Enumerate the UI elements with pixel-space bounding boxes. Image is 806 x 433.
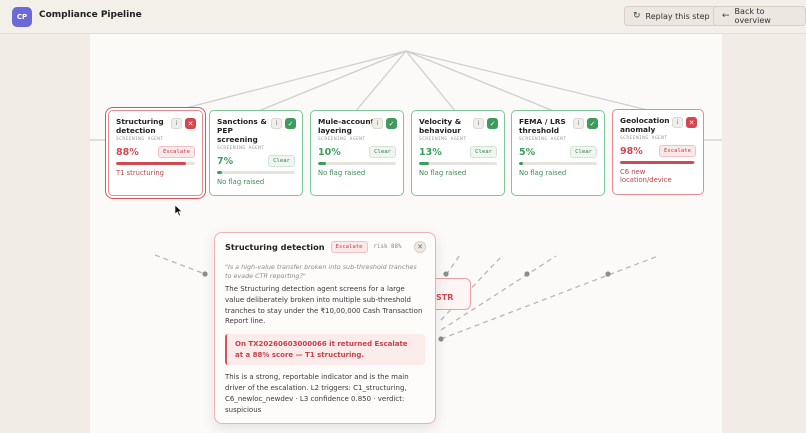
- agent-card-fema-lrs[interactable]: i ✓ FEMA / LRS threshold SCREENING AGENT 5% C…: [511, 110, 605, 196]
- score-bar: [318, 162, 396, 165]
- score-bar: [620, 161, 696, 164]
- info-icon[interactable]: i: [372, 118, 383, 129]
- agent-card-sanctions-pep[interactable]: i ✓ Sanctions & PEP screening SCREENING AGE…: [209, 110, 303, 196]
- popover-description: The Structuring detection agent screens …: [225, 285, 423, 326]
- agent-score: 88%: [116, 146, 139, 158]
- agent-name: Geolocation anomaly: [620, 116, 670, 134]
- popover-verdict-badge: Escalate: [330, 241, 368, 253]
- agent-detail-popover: Structuring detection Escalate risk 88% …: [214, 232, 436, 424]
- mouse-cursor-icon: [175, 205, 183, 217]
- popover-summary: This is a strong, reportable indicator a…: [225, 373, 409, 414]
- agent-card-mule-account[interactable]: i ✓ Mule-account layering SCREENING AGENT 10…: [310, 110, 404, 196]
- agent-type: SCREENING AGENT: [419, 137, 467, 142]
- popover-title: Structuring detection: [225, 242, 325, 252]
- agent-verdict-badge: Escalate: [158, 146, 195, 158]
- close-icon: ✕: [686, 117, 697, 128]
- check-icon: ✓: [487, 118, 498, 129]
- score-bar-fill: [217, 171, 223, 174]
- close-icon[interactable]: ✕: [414, 241, 426, 253]
- popover-risk: risk 88%: [373, 244, 402, 250]
- agent-note: T1 structuring: [116, 169, 164, 177]
- score-bar: [419, 162, 497, 165]
- agent-card-structuring[interactable]: i ✕ Structuring detection SCREENING AGENT 88…: [108, 110, 203, 196]
- agent-verdict-badge: Clear: [570, 146, 597, 158]
- agent-card-geolocation[interactable]: i ✕ Geolocation anomaly SCREENING AGENT 98% E…: [612, 109, 704, 195]
- agent-score: 5%: [519, 146, 536, 158]
- agent-note: No flag raised: [318, 169, 366, 177]
- popover-header: Structuring detection Escalate risk 88%: [225, 241, 425, 253]
- agent-verdict-badge: Clear: [369, 146, 396, 158]
- card-status-icons: i ✓: [372, 118, 397, 129]
- score-bar-fill: [116, 162, 186, 165]
- info-icon[interactable]: i: [171, 118, 182, 129]
- agent-name: Sanctions & PEP screening: [217, 117, 267, 144]
- agent-score: 10%: [318, 146, 341, 158]
- info-icon[interactable]: i: [672, 117, 683, 128]
- agent-note: No flag raised: [419, 169, 467, 177]
- score-bar: [217, 171, 295, 174]
- info-icon[interactable]: i: [573, 118, 584, 129]
- agent-verdict-badge: Clear: [268, 155, 295, 167]
- agent-name: Velocity & behaviour: [419, 117, 462, 135]
- agent-note: No flag raised: [217, 178, 265, 186]
- agent-note: No flag raised: [519, 169, 567, 177]
- agent-name: Structuring detection: [116, 117, 164, 135]
- score-bar-fill: [318, 162, 326, 165]
- agent-type: SCREENING AGENT: [519, 137, 567, 142]
- agent-score: 13%: [419, 146, 442, 158]
- agent-type: SCREENING AGENT: [318, 137, 366, 142]
- popover-result-callout: On TX20260603000066 it returned Escalate…: [225, 334, 425, 366]
- agent-type: SCREENING AGENT: [116, 137, 164, 142]
- str-node-label: STR: [436, 293, 454, 302]
- score-bar-fill: [419, 162, 430, 165]
- card-status-icons: i ✓: [473, 118, 498, 129]
- agent-type: SCREENING AGENT: [217, 146, 265, 151]
- agent-score: 98%: [620, 145, 643, 157]
- score-bar: [519, 162, 597, 165]
- check-icon: ✓: [386, 118, 397, 129]
- agent-verdict-badge: Escalate: [659, 145, 696, 157]
- score-bar-fill: [620, 161, 695, 164]
- score-bar: [116, 162, 195, 165]
- agent-name: FEMA / LRS threshold: [519, 117, 566, 135]
- card-status-icons: i ✓: [573, 118, 598, 129]
- agent-note: C6 new location/device: [620, 168, 672, 184]
- score-bar-fill: [519, 162, 523, 165]
- agent-verdict-badge: Clear: [470, 146, 497, 158]
- check-icon: ✓: [285, 118, 296, 129]
- card-status-icons: i ✓: [271, 118, 296, 129]
- info-icon[interactable]: i: [473, 118, 484, 129]
- agent-score: 7%: [217, 155, 234, 167]
- card-status-icons: i ✕: [672, 117, 697, 128]
- close-icon: ✕: [185, 118, 196, 129]
- agent-card-velocity[interactable]: i ✓ Velocity & behaviour SCREENING AGENT 13%…: [411, 110, 505, 196]
- agent-type: SCREENING AGENT: [620, 136, 668, 141]
- agent-name: Mule-account layering: [318, 117, 375, 135]
- popover-question: "Is a high-value transfer broken into su…: [225, 263, 417, 280]
- card-status-icons: i ✕: [171, 118, 196, 129]
- info-icon[interactable]: i: [271, 118, 282, 129]
- check-icon: ✓: [587, 118, 598, 129]
